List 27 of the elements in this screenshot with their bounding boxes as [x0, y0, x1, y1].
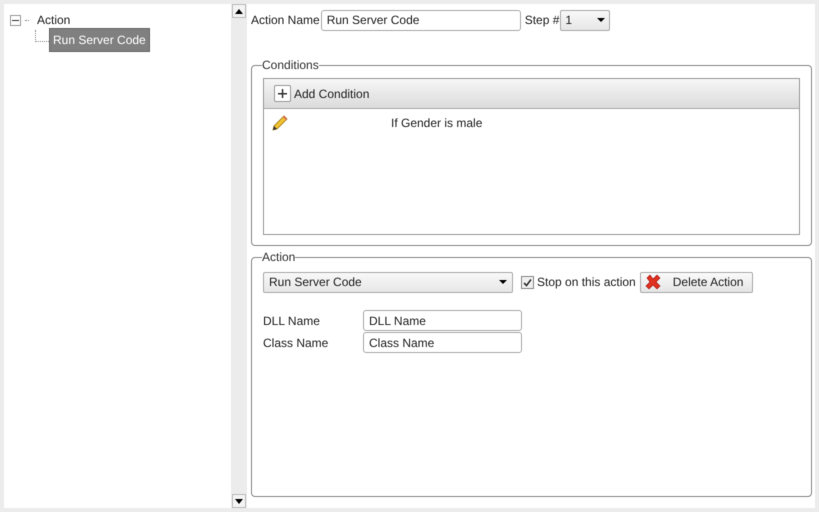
action-name-field[interactable]: Run Server Code — [320, 10, 521, 30]
action-type-dropdown[interactable]: Run Server Code — [263, 272, 513, 292]
caret-icon — [499, 280, 507, 284]
caret-icon — [597, 18, 606, 22]
plus-icon — [274, 85, 291, 102]
expander-icon[interactable] — [10, 14, 21, 26]
tree-item[interactable]: Run Server Code — [49, 28, 150, 52]
scroll-down-icon[interactable] — [232, 494, 246, 508]
stop-checkbox[interactable] — [521, 276, 534, 288]
step-dropdown[interactable]: 1 — [560, 10, 610, 30]
text-field[interactable]: DLL Name — [363, 310, 522, 331]
field-label: DLL Name — [263, 312, 321, 330]
condition-text: If Gender is male — [391, 115, 482, 132]
scrollbar[interactable] — [231, 4, 247, 508]
group-title: Action — [262, 249, 296, 266]
pencil-icon[interactable] — [270, 114, 288, 132]
delete-action-button[interactable]: Delete Action — [640, 272, 753, 292]
add-condition-button[interactable]: Add Condition — [274, 84, 370, 102]
field-label: Class Name — [263, 334, 330, 352]
text-field[interactable]: Class Name — [363, 332, 522, 353]
checkbox-label: Stop on this action — [537, 274, 636, 291]
scroll-up-icon[interactable] — [232, 4, 246, 18]
field-label: Step # — [524, 12, 560, 29]
group-title: Conditions — [262, 57, 319, 74]
delete-icon — [644, 274, 661, 290]
field-label: Action Name — [251, 12, 320, 29]
tree-item[interactable]: Action — [35, 11, 72, 29]
